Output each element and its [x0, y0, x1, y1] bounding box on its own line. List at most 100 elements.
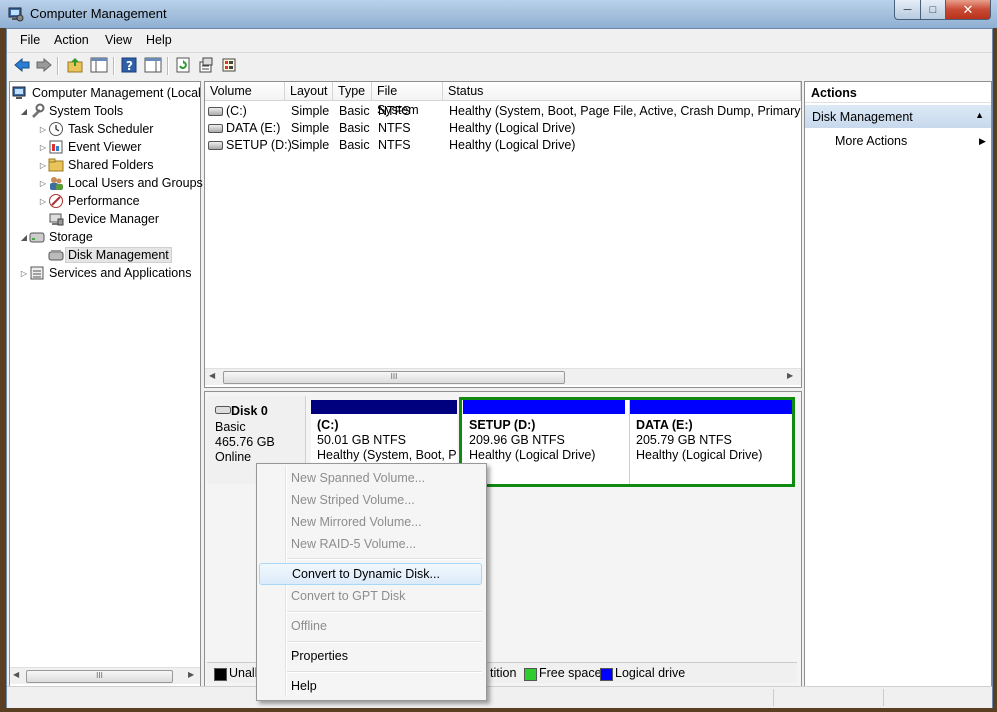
- refresh-icon[interactable]: [174, 56, 192, 74]
- actions-pane: Actions Disk Management ▲ More Actions ▶: [804, 81, 992, 687]
- forward-arrow-icon[interactable]: [35, 56, 53, 74]
- partition-status: Healthy (System, Boot, Pa: [317, 448, 457, 462]
- column-header-file-system[interactable]: File System: [372, 82, 443, 117]
- tree-node-disk-management[interactable]: Disk Management: [48, 246, 172, 264]
- tree-label: System Tools: [49, 104, 124, 118]
- close-button[interactable]: ✕: [946, 0, 991, 20]
- partition-e[interactable]: DATA (E:) 205.79 GB NTFS Healthy (Logica…: [629, 400, 792, 484]
- drive-icon: [208, 107, 223, 117]
- maximize-button[interactable]: □: [921, 0, 946, 20]
- column-header-status[interactable]: Status: [443, 82, 801, 101]
- back-arrow-icon[interactable]: [13, 56, 31, 74]
- partition-color-bar: [463, 400, 625, 414]
- scroll-right-arrow-icon[interactable]: ▶: [787, 371, 793, 380]
- users-icon: [48, 175, 64, 191]
- tree-label: Task Scheduler: [68, 122, 154, 136]
- menu-help[interactable]: Help: [146, 33, 172, 47]
- tree-node-device-manager[interactable]: Device Manager: [48, 210, 159, 228]
- show-hide-action-pane-icon[interactable]: [144, 56, 162, 74]
- help-icon[interactable]: ?: [120, 56, 138, 74]
- menu-item-convert-to-gpt-disk: Convert to GPT Disk: [291, 589, 406, 603]
- legend-free-space-swatch: [524, 668, 537, 681]
- actions-header: Actions: [805, 82, 991, 103]
- column-header-layout[interactable]: Layout: [285, 82, 333, 101]
- collapsed-arrow-icon[interactable]: ▷: [38, 125, 48, 134]
- table-row[interactable]: SETUP (D:) Simple Basic NTFS Healthy (Lo…: [205, 137, 801, 154]
- actions-section-label: Disk Management: [812, 110, 913, 124]
- collapsed-arrow-icon[interactable]: ▷: [38, 143, 48, 152]
- partition-name: (C:): [317, 418, 339, 432]
- collapse-arrow-icon[interactable]: ▲: [975, 110, 984, 120]
- performance-icon: [48, 193, 64, 209]
- device-manager-icon: [48, 211, 64, 227]
- window-title: Computer Management: [30, 6, 167, 21]
- more-actions-item[interactable]: More Actions: [835, 134, 907, 148]
- partition-color-bar: [630, 400, 792, 414]
- partition-d[interactable]: SETUP (D:) 209.96 GB NTFS Healthy (Logic…: [463, 400, 625, 484]
- tree-node-event-viewer[interactable]: ▷ Event Viewer: [38, 138, 142, 156]
- services-icon: [29, 265, 45, 281]
- tree-node-services-applications[interactable]: ▷ Services and Applications: [19, 264, 192, 282]
- tree-label: Local Users and Groups: [68, 176, 203, 190]
- tree-label: Device Manager: [68, 212, 160, 226]
- table-row[interactable]: (C:) Simple Basic NTFS Healthy (System, …: [205, 103, 801, 120]
- computer-management-icon: [8, 6, 24, 22]
- column-header-volume[interactable]: Volume: [205, 82, 285, 101]
- tree-label: Computer Management (Local: [32, 86, 201, 100]
- partition-size: 209.96 GB NTFS: [469, 433, 565, 447]
- legend-partition-label: tition: [490, 666, 517, 680]
- title-bar[interactable]: Computer Management ─ □ ✕: [0, 0, 997, 28]
- disk-type: Basic: [215, 420, 246, 434]
- menu-item-offline: Offline: [291, 619, 327, 633]
- table-row[interactable]: DATA (E:) Simple Basic NTFS Healthy (Log…: [205, 120, 801, 137]
- properties-icon[interactable]: [197, 56, 215, 74]
- minimize-button[interactable]: ─: [894, 0, 921, 20]
- show-hide-tree-icon[interactable]: [90, 56, 108, 74]
- tree-node-storage[interactable]: ◢ Storage: [19, 228, 93, 246]
- toolbar: ?: [7, 52, 992, 79]
- drive-icon: [208, 141, 223, 151]
- tree-horizontal-scrollbar[interactable]: ◀ III ▶: [10, 667, 200, 684]
- menu-action[interactable]: Action: [54, 33, 89, 47]
- scroll-left-arrow-icon[interactable]: ◀: [209, 371, 215, 380]
- scroll-thumb[interactable]: III: [223, 371, 565, 384]
- up-folder-icon[interactable]: [66, 56, 84, 74]
- collapsed-arrow-icon[interactable]: ▷: [38, 161, 48, 170]
- tree-label: Event Viewer: [68, 140, 142, 154]
- tree-node-performance[interactable]: ▷ Performance: [38, 192, 140, 210]
- computer-icon: [12, 85, 28, 101]
- menu-file[interactable]: File: [20, 33, 40, 47]
- collapsed-arrow-icon[interactable]: ▷: [38, 179, 48, 188]
- collapsed-arrow-icon[interactable]: ▷: [38, 197, 48, 206]
- menu-item-new-striped-volume: New Striped Volume...: [291, 493, 415, 507]
- tree-label: Services and Applications: [49, 266, 192, 280]
- scroll-left-arrow-icon[interactable]: ◀: [13, 670, 19, 679]
- tree-node-system-tools[interactable]: ◢ System Tools: [19, 102, 123, 120]
- scroll-right-arrow-icon[interactable]: ▶: [188, 670, 194, 679]
- expanded-arrow-icon[interactable]: ◢: [19, 107, 29, 116]
- legend-free-space-label: Free space: [539, 666, 602, 680]
- collapsed-arrow-icon[interactable]: ▷: [19, 269, 29, 278]
- scroll-thumb[interactable]: III: [26, 670, 173, 683]
- partition-status: Healthy (Logical Drive): [636, 448, 763, 462]
- menu-item-new-mirrored-volume: New Mirrored Volume...: [291, 515, 422, 529]
- svg-text:?: ?: [126, 59, 133, 73]
- menu-item-help[interactable]: Help: [259, 675, 482, 697]
- window-frame: File Action View Help ? Computer Managem…: [6, 28, 993, 708]
- tree-node-local-users[interactable]: ▷ Local Users and Groups: [38, 174, 203, 192]
- column-header-type[interactable]: Type: [333, 82, 372, 101]
- tree-node-computer-management[interactable]: Computer Management (Local: [12, 84, 201, 102]
- export-list-icon[interactable]: [220, 56, 238, 74]
- menu-item-convert-to-dynamic-disk[interactable]: Convert to Dynamic Disk...: [259, 563, 482, 585]
- list-horizontal-scrollbar[interactable]: ◀ III ▶: [205, 368, 801, 385]
- menu-view[interactable]: View: [105, 33, 132, 47]
- partition-status: Healthy (Logical Drive): [469, 448, 596, 462]
- actions-section-disk-management[interactable]: Disk Management ▲: [805, 105, 991, 128]
- tree-node-shared-folders[interactable]: ▷ Shared Folders: [38, 156, 154, 174]
- disk-size: 465.76 GB: [215, 435, 275, 449]
- legend-logical-drive-label: Logical drive: [615, 666, 686, 680]
- shared-folder-icon: [48, 157, 64, 173]
- menu-item-properties[interactable]: Properties: [259, 645, 482, 667]
- expanded-arrow-icon[interactable]: ◢: [19, 233, 29, 242]
- tree-node-task-scheduler[interactable]: ▷ Task Scheduler: [38, 120, 153, 138]
